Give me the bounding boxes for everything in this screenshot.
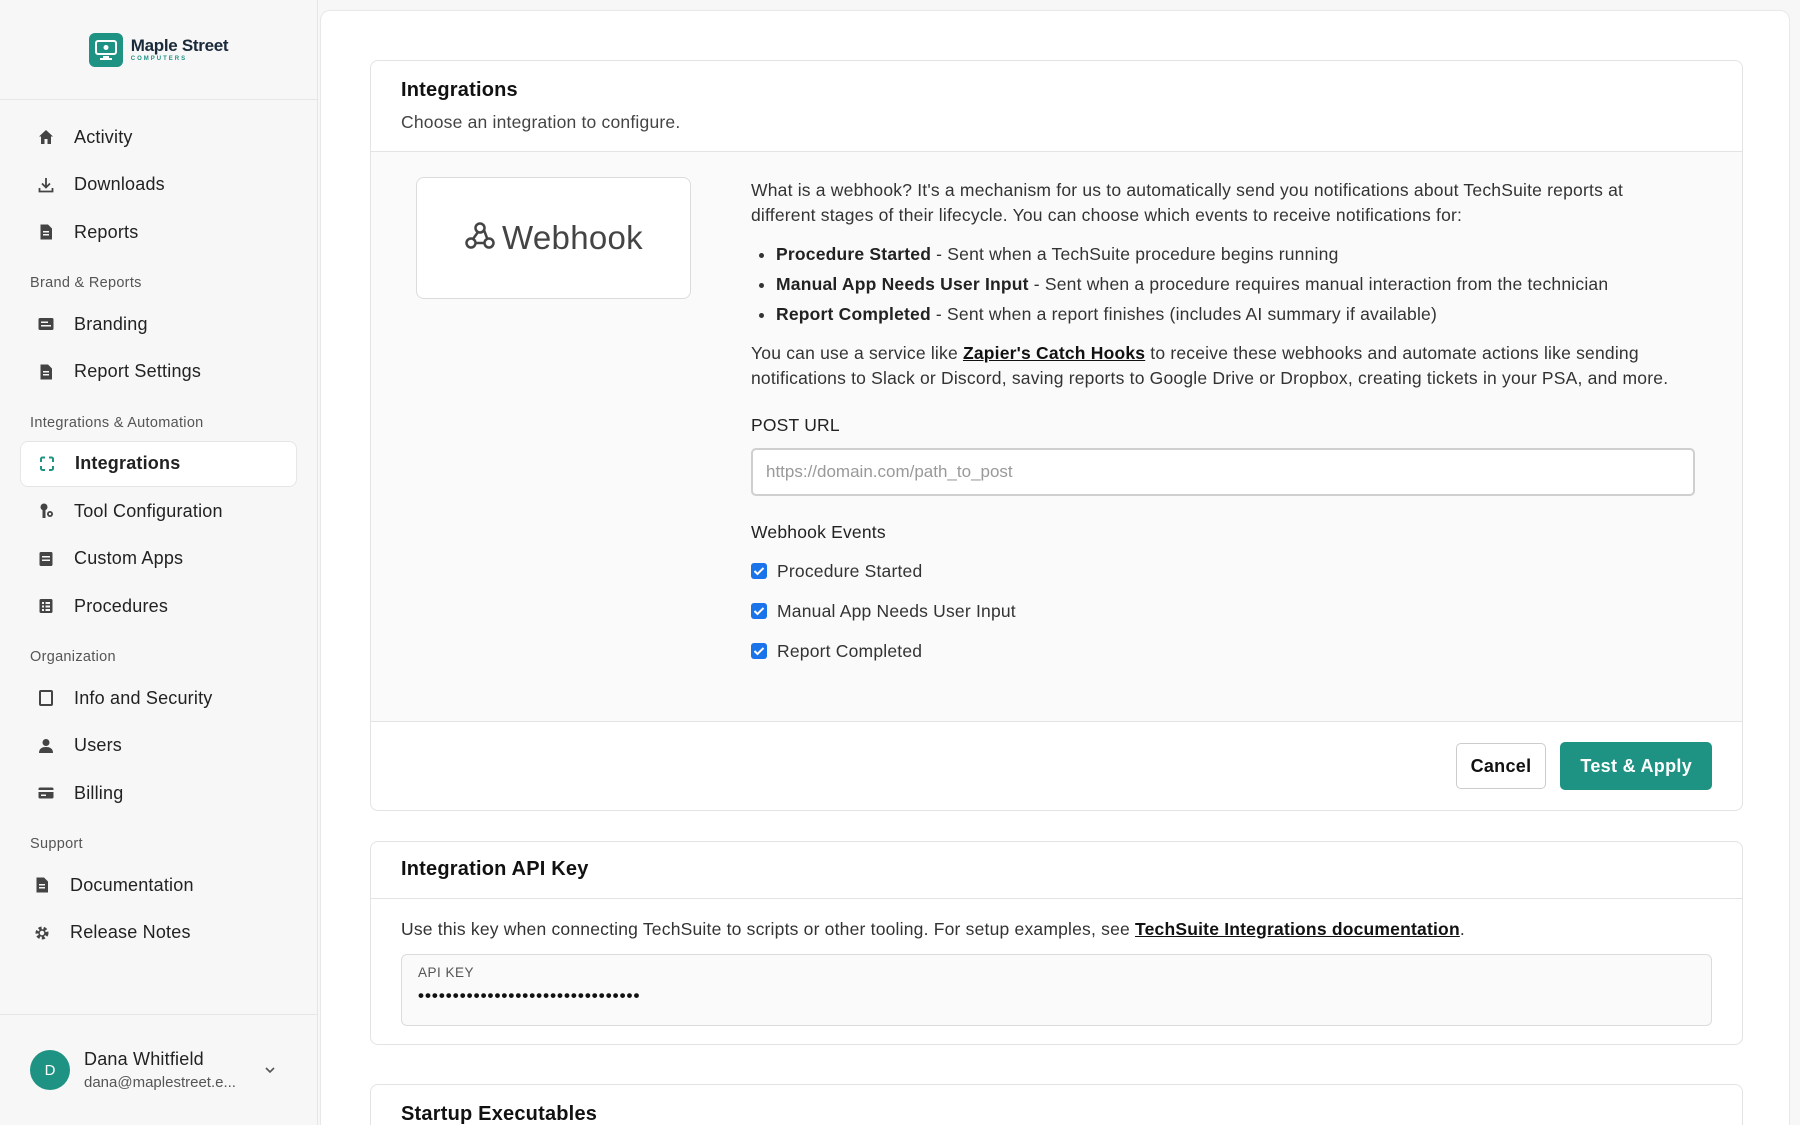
sidebar-item-release-notes[interactable]: Release Notes xyxy=(20,910,297,956)
sidebar-item-info-security[interactable]: Info and Security xyxy=(20,675,297,721)
startup-executables-card: Startup Executables xyxy=(370,1084,1743,1125)
integrations-subtitle: Choose an integration to configure. xyxy=(401,112,681,132)
monitor-icon xyxy=(88,32,123,67)
sidebar: Maple Street COMPUTERS Activity Download… xyxy=(0,0,318,1125)
integrations-docs-link[interactable]: TechSuite Integrations documentation xyxy=(1135,919,1460,939)
list-icon xyxy=(36,596,56,616)
brand-sub: COMPUTERS xyxy=(130,56,188,62)
document-icon xyxy=(36,362,56,382)
sidebar-item-label: Release Notes xyxy=(70,922,191,942)
api-key-label: API KEY xyxy=(418,965,475,980)
checkbox-checked-icon[interactable] xyxy=(751,643,767,659)
event-checkbox-manual-app[interactable]: Manual App Needs User Input xyxy=(751,597,1691,625)
document-icon xyxy=(32,875,52,895)
sidebar-item-label: Reports xyxy=(74,221,139,242)
logo-area: Maple Street COMPUTERS xyxy=(0,0,317,100)
service-paragraph: You can use a service like Zapier's Catc… xyxy=(751,343,1669,388)
square-icon xyxy=(36,688,56,708)
section-support: Support xyxy=(30,836,83,852)
sidebar-item-procedures[interactable]: Procedures xyxy=(20,583,297,629)
sidebar-item-reports[interactable]: Reports xyxy=(20,209,297,255)
sidebar-item-integrations[interactable]: Integrations xyxy=(20,440,297,487)
brand-name: Maple Street xyxy=(130,36,229,55)
gear-icon xyxy=(32,923,52,943)
sidebar-item-label: Tool Configuration xyxy=(74,500,223,521)
event-label: Procedure Started xyxy=(777,560,923,581)
api-key-title: Integration API Key xyxy=(401,858,589,880)
checkbox-checked-icon[interactable] xyxy=(751,603,767,619)
sidebar-item-documentation[interactable]: Documentation xyxy=(20,862,297,908)
api-key-description: Use this key when connecting TechSuite t… xyxy=(401,919,1465,939)
sidebar-item-label: Custom Apps xyxy=(74,548,184,568)
event-description-list: Procedure Started - Sent when a TechSuit… xyxy=(776,242,1691,327)
sidebar-nav: Activity Downloads Reports Brand & Repor… xyxy=(0,100,317,956)
api-key-field[interactable]: API KEY •••••••••••••••••••••••••••••••• xyxy=(401,954,1712,1026)
section-brand-reports: Brand & Reports xyxy=(30,275,142,291)
billing-icon xyxy=(36,783,56,803)
chevron-down-icon[interactable] xyxy=(264,1063,276,1077)
checkbox-checked-icon[interactable] xyxy=(751,563,767,579)
sidebar-item-activity[interactable]: Activity xyxy=(20,114,297,160)
user-name: Dana Whitfield xyxy=(84,1049,204,1069)
sidebar-item-users[interactable]: Users xyxy=(20,723,297,769)
api-key-value: •••••••••••••••••••••••••••••••• xyxy=(418,986,641,1005)
list-item: Report Completed - Sent when a report fi… xyxy=(776,302,1691,327)
main-content: Integrations Choose an integration to co… xyxy=(320,10,1790,1125)
event-label: Manual App Needs User Input xyxy=(777,600,1016,621)
section-integrations-automation: Integrations & Automation xyxy=(30,414,204,431)
sidebar-item-label: Users xyxy=(74,735,123,755)
download-icon xyxy=(36,175,56,195)
integrations-card: Integrations Choose an integration to co… xyxy=(370,60,1743,811)
sidebar-item-label: Branding xyxy=(74,313,148,334)
startup-executables-title: Startup Executables xyxy=(401,1103,598,1125)
sidebar-item-label: Info and Security xyxy=(74,687,213,708)
webhook-details: What is a webhook? It's a mechanism for … xyxy=(751,178,1695,665)
post-url-input[interactable] xyxy=(751,448,1695,496)
webhook-intro: What is a webhook? It's a mechanism for … xyxy=(751,180,1624,225)
user-menu[interactable]: D Dana Whitfield dana@maplestreet.e... xyxy=(0,1014,317,1125)
webhook-tile-label: Webhook xyxy=(502,219,643,256)
zapier-link[interactable]: Zapier's Catch Hooks xyxy=(963,343,1145,363)
sidebar-item-branding[interactable]: Branding xyxy=(20,301,297,347)
sidebar-item-downloads[interactable]: Downloads xyxy=(20,162,297,208)
cancel-button[interactable]: Cancel xyxy=(1455,743,1547,789)
sidebar-item-label: Procedures xyxy=(74,595,169,616)
card-icon xyxy=(36,314,56,334)
integration-actions: Cancel Test & Apply xyxy=(371,722,1742,810)
user-icon xyxy=(36,736,56,756)
sidebar-item-custom-apps[interactable]: Custom Apps xyxy=(20,536,297,582)
event-label: Report Completed xyxy=(777,640,923,661)
sidebar-item-report-settings[interactable]: Report Settings xyxy=(20,349,297,395)
api-key-card: Integration API Key Use this key when co… xyxy=(370,841,1743,1045)
test-apply-button[interactable]: Test & Apply xyxy=(1560,742,1712,790)
event-checkbox-report-completed[interactable]: Report Completed xyxy=(751,637,1691,665)
integration-config: Webhook What is a webhook? It's a mechan… xyxy=(371,152,1742,722)
sidebar-item-label: Report Settings xyxy=(74,361,202,381)
sidebar-item-label: Activity xyxy=(74,126,133,147)
sidebar-item-label: Integrations xyxy=(75,453,181,473)
sidebar-item-billing[interactable]: Billing xyxy=(20,770,297,816)
event-checkbox-procedure-started[interactable]: Procedure Started xyxy=(751,557,1691,585)
sidebar-item-label: Billing xyxy=(74,782,124,803)
document-icon xyxy=(36,222,56,242)
document-icon xyxy=(36,549,56,569)
brand-logo[interactable]: Maple Street COMPUTERS xyxy=(88,32,229,67)
webhook-tile[interactable]: Webhook xyxy=(416,177,691,299)
avatar: D xyxy=(30,1050,70,1090)
sync-icon xyxy=(37,454,57,474)
list-item: Procedure Started - Sent when a TechSuit… xyxy=(776,242,1691,267)
tools-icon xyxy=(36,501,56,521)
home-icon xyxy=(36,127,56,147)
user-email: dana@maplestreet.e... xyxy=(84,1074,236,1091)
section-organization: Organization xyxy=(30,649,116,665)
sidebar-item-label: Downloads xyxy=(74,174,165,194)
webhook-events-label: Webhook Events xyxy=(751,522,886,542)
webhook-icon xyxy=(464,221,496,256)
sidebar-item-label: Documentation xyxy=(70,874,194,895)
sidebar-item-tool-configuration[interactable]: Tool Configuration xyxy=(20,488,297,534)
post-url-label: POST URL xyxy=(751,415,840,435)
list-item: Manual App Needs User Input - Sent when … xyxy=(776,272,1691,297)
integrations-title: Integrations xyxy=(401,79,518,101)
